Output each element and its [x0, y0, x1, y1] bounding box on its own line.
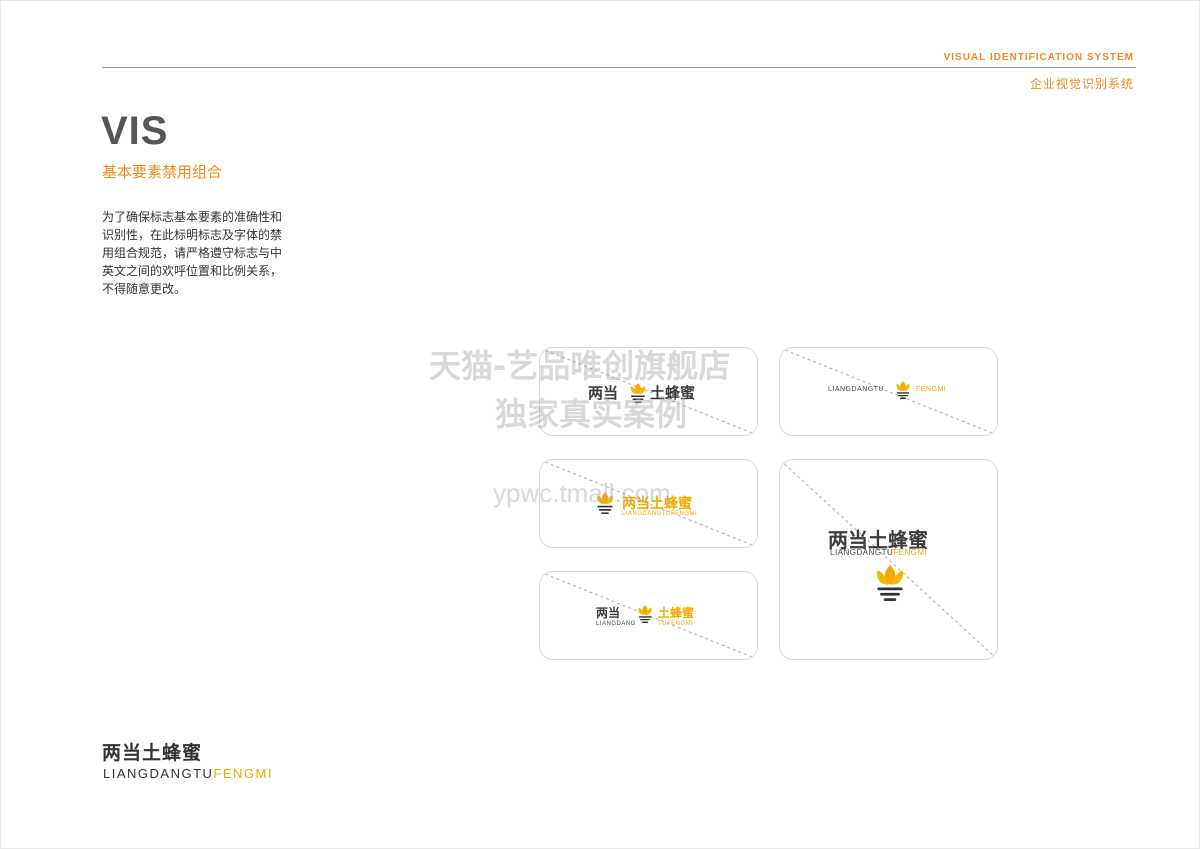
- brand-name-cn-2: 土蜂蜜: [658, 606, 695, 620]
- brand-name-en: LIANGDANGTU: [828, 386, 885, 393]
- footer-brand-en: LIANGDANGTUFENGMI: [103, 766, 273, 781]
- page-title: VIS: [101, 109, 169, 153]
- header-system-cn: 企业视觉识别系统: [1029, 77, 1134, 91]
- brand-name-en: LIANGDANGTUFENGMI: [622, 511, 698, 517]
- forbidden-example-b: LIANGDANGTU FENGMI: [779, 347, 998, 436]
- forbidden-slash: [780, 348, 997, 435]
- forbidden-slash: [540, 348, 757, 435]
- honey-flower-icon: [597, 492, 613, 514]
- header-system-en: VISUAL IDENTIFICATION SYSTEM: [943, 52, 1134, 63]
- page-subtitle: 基本要素禁用组合: [102, 163, 223, 181]
- footer-brand-cn: 两当土蜂蜜: [102, 742, 203, 764]
- forbidden-example-e: 两当土蜂蜜 LIANGDANGTUFENGMI: [779, 459, 998, 660]
- honey-flower-icon: [896, 381, 910, 399]
- brand-name-en: LIANGDANG: [596, 621, 636, 627]
- header-rule: [102, 67, 1136, 68]
- brand-name-cn: 两当: [588, 384, 619, 402]
- honey-flower-icon: [630, 383, 646, 403]
- brand-name-cn: 两当土蜂蜜: [622, 496, 692, 512]
- brand-name-en-yellow: TUFENGMI: [658, 621, 694, 627]
- forbidden-example-d: 两当 LIANGDANG 土蜂蜜 TUFENGMI: [539, 571, 758, 660]
- forbidden-slash: [780, 460, 997, 659]
- brand-name-cn-2: 土蜂蜜: [650, 384, 696, 402]
- brand-name-en-yellow: FENGMI: [916, 386, 947, 393]
- page: VISUAL IDENTIFICATION SYSTEM 企业视觉识别系统 VI…: [0, 0, 1200, 849]
- description: 为了确保标志基本要素的准确性和识别性，在此标明标志及字体的禁用组合规范，请严格遵…: [102, 210, 283, 296]
- honey-flower-icon: [877, 565, 903, 601]
- honey-flower-icon: [638, 605, 652, 623]
- brand-name-cn: 两当: [596, 606, 621, 620]
- forbidden-example-c: 两当土蜂蜜 LIANGDANGTUFENGMI: [539, 459, 758, 548]
- brand-name-en: LIANGDANGTUFENGMI: [830, 548, 928, 557]
- forbidden-example-a: 两当 土蜂蜜: [539, 347, 758, 436]
